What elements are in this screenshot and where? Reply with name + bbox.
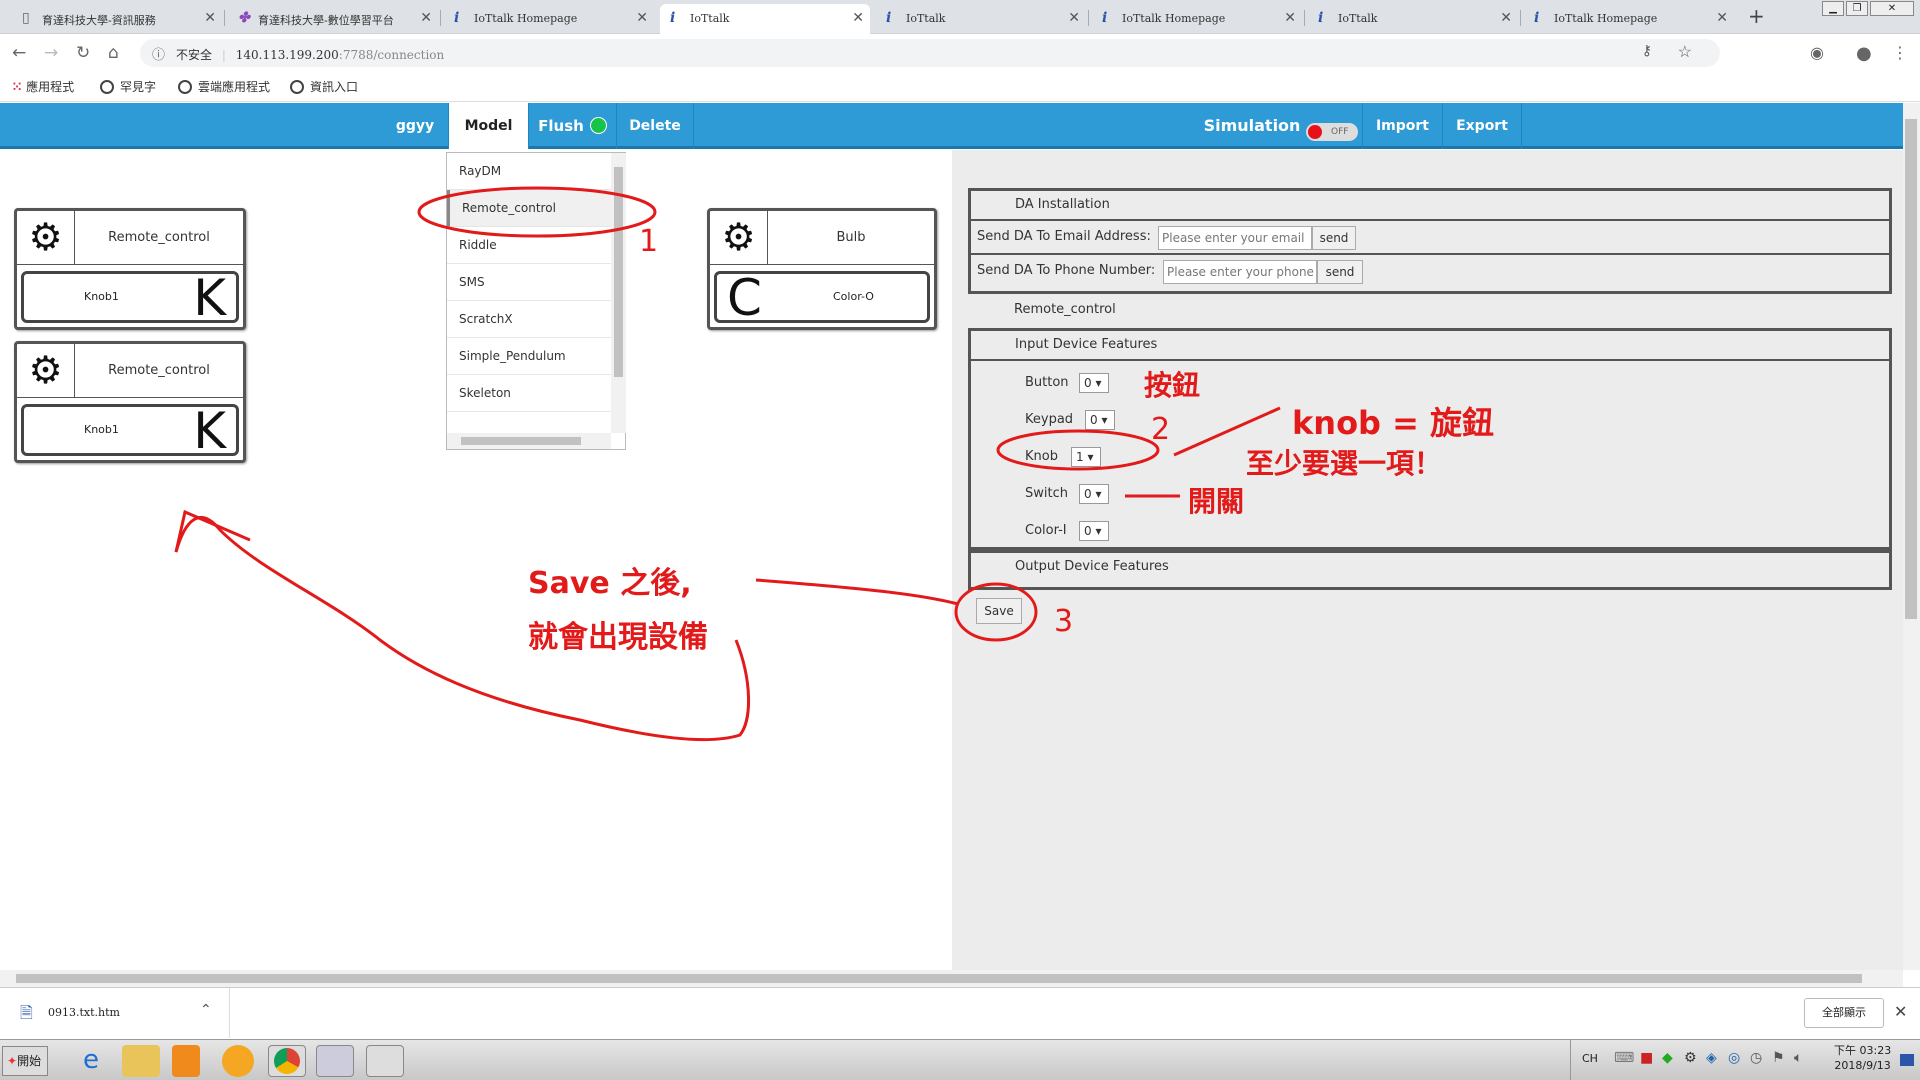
security-tray-icon[interactable]: ◎ <box>1728 1050 1740 1066</box>
clock-time: 下午 03:23 <box>1834 1044 1892 1057</box>
clock-date: 2018/9/13 <box>1834 1059 1891 1072</box>
knob-requirement-note: 至少要選一項！ <box>1246 447 1443 480</box>
language-indicator[interactable]: CH <box>1582 1052 1598 1065</box>
step-1-label: 1 <box>639 224 659 259</box>
windows-logo-icon: ✦ <box>7 1054 18 1068</box>
download-item[interactable]: 🗎 0913.txt.htm ⌃ <box>0 988 230 1038</box>
circle-save <box>954 582 1038 642</box>
downloads-bar: 🗎 0913.txt.htm ⌃ 全部顯示 ✕ <box>0 987 1920 1039</box>
knob-note: knob = 旋鈕 <box>1292 404 1495 442</box>
settings-tray-icon[interactable]: ⚙ <box>1684 1050 1697 1066</box>
annotation-overlay <box>174 186 1281 742</box>
circle-remote-control <box>417 186 657 238</box>
orange-app-icon[interactable] <box>222 1045 254 1077</box>
save-pointer-line <box>755 578 959 606</box>
flag-icon[interactable]: ⚑ <box>1772 1050 1785 1066</box>
start-label: 開始 <box>17 1054 42 1068</box>
chrome-icon[interactable] <box>268 1045 306 1077</box>
windows-taskbar: ✦開始 e CH ⌨ ■ ◆ ⚙ ◈ ◎ ◷ ⚑ 🔈︎ 下午 03:23 201… <box>0 1039 1920 1080</box>
save-note-line2: 就會出現設備 <box>528 620 708 655</box>
paint-icon[interactable] <box>366 1045 404 1077</box>
keyboard-icon[interactable]: ⌨ <box>1614 1050 1634 1066</box>
show-all-downloads-button[interactable]: 全部顯示 <box>1804 998 1884 1028</box>
chevron-up-icon[interactable]: ⌃ <box>200 1002 212 1018</box>
close-downloads-icon[interactable]: ✕ <box>1894 1002 1907 1021</box>
shield-icon[interactable]: ◆ <box>1662 1050 1673 1066</box>
tray-app-icon[interactable]: ■ <box>1640 1050 1653 1066</box>
show-desktop-icon[interactable] <box>1900 1054 1914 1066</box>
folder-icon[interactable] <box>122 1045 160 1077</box>
volume-icon[interactable]: 🔈︎ <box>1794 1050 1802 1066</box>
download-filename: 0913.txt.htm <box>48 1006 120 1019</box>
step-3-label: 3 <box>1054 604 1074 639</box>
chrome-logo <box>274 1048 300 1074</box>
notepad-icon[interactable] <box>316 1045 354 1077</box>
step-2-label: 2 <box>1151 412 1171 447</box>
media-player-icon[interactable] <box>172 1045 200 1077</box>
network-icon[interactable]: ◈ <box>1706 1050 1717 1066</box>
save-note-line1: Save 之後, <box>528 566 692 601</box>
html-file-icon: 🗎 <box>20 1003 33 1022</box>
ie-icon[interactable]: e <box>72 1045 110 1077</box>
circle-knob <box>996 429 1160 471</box>
switch-note: 開關 <box>1188 485 1245 518</box>
start-button[interactable]: ✦開始 <box>2 1046 48 1076</box>
clock-tray-icon[interactable]: ◷ <box>1750 1050 1762 1066</box>
system-clock[interactable]: 下午 03:23 2018/9/13 <box>1834 1043 1891 1073</box>
button-note: 按鈕 <box>1144 369 1201 402</box>
